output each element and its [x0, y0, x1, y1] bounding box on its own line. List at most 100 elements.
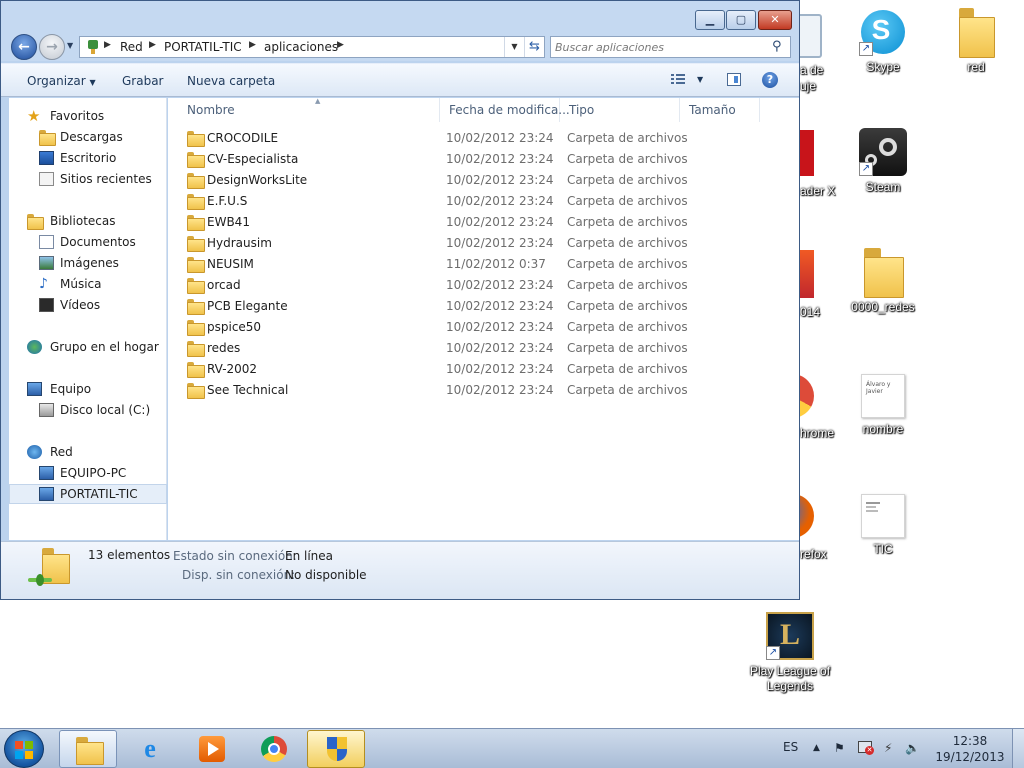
table-row[interactable]: Hydrausim 10/02/2012 23:24 Carpeta de arch…: [168, 233, 799, 254]
file-name: NEUSIM: [207, 257, 254, 271]
file-type: Carpeta de archivos: [567, 362, 688, 376]
start-button[interactable]: [4, 730, 44, 768]
nav-item-recent-places[interactable]: Sitios recientes: [9, 169, 167, 189]
folder-icon: [187, 236, 205, 252]
table-row[interactable]: CV-Especialista 10/02/2012 23:24 Carpeta d…: [168, 149, 799, 170]
action-center-flag-icon[interactable]: ⚑: [834, 741, 845, 755]
title-bar[interactable]: ▁ ▢ ✕: [1, 1, 799, 33]
breadcrumb-separator-icon[interactable]: ▶: [249, 40, 256, 50]
desktop-icon-0000-redes[interactable]: 0000_redes: [843, 248, 923, 315]
chrome-icon[interactable]: [800, 374, 814, 418]
search-icon[interactable]: ⚲: [772, 39, 782, 54]
clock-date[interactable]: 19/12/2013: [934, 750, 1006, 764]
nav-libraries[interactable]: Bibliotecas: [9, 211, 167, 231]
nav-item-desktop[interactable]: Escritorio: [9, 148, 167, 168]
breadcrumb-item-aplicaciones[interactable]: aplicaciones: [264, 40, 338, 54]
table-row[interactable]: pspice50 10/02/2012 23:24 Carpeta de archi…: [168, 317, 799, 338]
breadcrumb-separator-icon[interactable]: ▶: [104, 40, 111, 50]
desktop-icon-red[interactable]: red: [936, 8, 1016, 75]
change-view-icon[interactable]: [671, 73, 685, 85]
refresh-icon[interactable]: ⇆: [524, 37, 544, 57]
column-header-date[interactable]: Fecha de modifica...: [440, 98, 570, 122]
nav-computer[interactable]: Equipo: [9, 379, 167, 399]
nav-item-equipo-pc[interactable]: EQUIPO-PC: [9, 463, 167, 483]
folder-icon: [187, 173, 205, 189]
nav-item-downloads[interactable]: Descargas: [9, 127, 167, 147]
forward-button[interactable]: →: [39, 34, 65, 60]
clock-time[interactable]: 12:38: [940, 734, 1000, 748]
table-row[interactable]: NEUSIM 11/02/2012 0:37 Carpeta de archivos: [168, 254, 799, 275]
volume-icon[interactable]: 🔈: [905, 741, 920, 755]
app-icon[interactable]: [800, 250, 814, 298]
folder-icon: [187, 257, 205, 273]
column-header-label: Fecha de modifica...: [449, 103, 570, 117]
nav-item-documents[interactable]: Documentos: [9, 232, 167, 252]
table-row[interactable]: CROCODILE 10/02/2012 23:24 Carpeta de arch…: [168, 128, 799, 149]
search-input[interactable]: [555, 39, 765, 55]
folder-icon: [187, 215, 205, 231]
downloads-folder-icon: [39, 130, 56, 146]
back-button[interactable]: ←: [11, 34, 37, 60]
desktop-icon-nombre[interactable]: Álvaro y Javier nombre: [843, 374, 923, 437]
file-name: CROCODILE: [207, 131, 279, 145]
adobe-reader-icon[interactable]: [800, 130, 814, 176]
table-row[interactable]: E.F.U.S 10/02/2012 23:24 Carpeta de archiv…: [168, 191, 799, 212]
help-icon[interactable]: ?: [762, 72, 778, 88]
table-row[interactable]: See Technical 10/02/2012 23:24 Carpeta de …: [168, 380, 799, 401]
column-header-type[interactable]: Tipo: [560, 98, 680, 122]
breadcrumb-separator-icon[interactable]: ▶: [149, 40, 156, 50]
more-views-dropdown-icon[interactable]: ▼: [697, 75, 703, 84]
nav-favorites[interactable]: ★ Favoritos: [9, 106, 167, 126]
taskbar-ie-button[interactable]: e: [121, 730, 179, 768]
table-row[interactable]: orcad 10/02/2012 23:24 Carpeta de archivos: [168, 275, 799, 296]
show-hidden-icons-icon[interactable]: ▲: [813, 743, 820, 753]
power-icon[interactable]: ⚡: [884, 741, 892, 755]
table-row[interactable]: DesignWorksLite 10/02/2012 23:24 Carpeta d…: [168, 170, 799, 191]
address-dropdown-icon[interactable]: ▼: [504, 37, 524, 57]
desktop-icon-steam[interactable]: ↗ Steam: [843, 128, 923, 195]
network-status-icon[interactable]: ✕: [858, 741, 874, 756]
taskbar-media-player-button[interactable]: [183, 730, 241, 768]
breadcrumb-item-portatil-tic[interactable]: PORTATIL-TIC: [164, 40, 242, 54]
nav-item-pictures[interactable]: Imágenes: [9, 253, 167, 273]
table-row[interactable]: RV-2002 10/02/2012 23:24 Carpeta de archiv…: [168, 359, 799, 380]
nav-item-videos[interactable]: Vídeos: [9, 295, 167, 315]
breadcrumb-separator-icon[interactable]: ▶: [337, 40, 344, 50]
table-row[interactable]: PCB Elegante 10/02/2012 23:24 Carpeta de a…: [168, 296, 799, 317]
table-row[interactable]: redes 10/02/2012 23:24 Carpeta de archivos: [168, 338, 799, 359]
show-desktop-button[interactable]: [1012, 729, 1024, 768]
column-header-size[interactable]: Tamaño: [680, 98, 760, 122]
nav-item-local-disk[interactable]: Disco local (C:): [9, 400, 167, 420]
burn-button[interactable]: Grabar: [122, 74, 164, 88]
address-bar[interactable]: ▶ Red ▶ PORTATIL-TIC ▶ aplicaciones ▶ ▼ …: [79, 36, 545, 58]
language-indicator[interactable]: ES: [783, 740, 798, 754]
minimize-button[interactable]: ▁: [695, 10, 725, 30]
arrow-right-icon: →: [46, 39, 58, 55]
close-button[interactable]: ✕: [758, 10, 792, 30]
preview-pane-icon[interactable]: [727, 73, 741, 86]
firefox-icon[interactable]: [800, 494, 814, 538]
nav-label: Grupo en el hogar: [50, 340, 159, 354]
windows-logo-icon: [15, 741, 23, 749]
network-icon: [27, 445, 42, 459]
breadcrumb-item-red[interactable]: Red: [120, 40, 143, 54]
recent-pages-dropdown-icon[interactable]: ▼: [67, 41, 73, 50]
recycle-bin-icon[interactable]: [800, 10, 830, 58]
desktop-icon-league-of-legends[interactable]: L ↗ Play League of Legends: [745, 612, 835, 694]
taskbar-chrome-button[interactable]: [245, 730, 303, 768]
table-row[interactable]: EWB41 10/02/2012 23:24 Carpeta de archivos: [168, 212, 799, 233]
column-header-name[interactable]: Nombre ▲: [178, 97, 440, 122]
nav-item-portatil-tic[interactable]: PORTATIL-TIC: [9, 484, 167, 504]
new-folder-button[interactable]: Nueva carpeta: [187, 74, 275, 88]
taskbar-explorer-button[interactable]: [59, 730, 117, 768]
nav-network[interactable]: Red: [9, 442, 167, 462]
taskbar-security-button[interactable]: [307, 730, 365, 768]
desktop-icon-tic[interactable]: TIC: [843, 494, 923, 557]
nav-homegroup[interactable]: Grupo en el hogar: [9, 337, 167, 357]
chevron-down-icon: ▼: [89, 78, 96, 87]
maximize-button[interactable]: ▢: [726, 10, 756, 30]
desktop-icon-skype[interactable]: S ↗ Skype: [843, 8, 923, 75]
organize-button[interactable]: Organizar ▼: [27, 74, 96, 88]
file-name: E.F.U.S: [207, 194, 248, 208]
nav-item-music[interactable]: ♪ Música: [9, 274, 167, 294]
